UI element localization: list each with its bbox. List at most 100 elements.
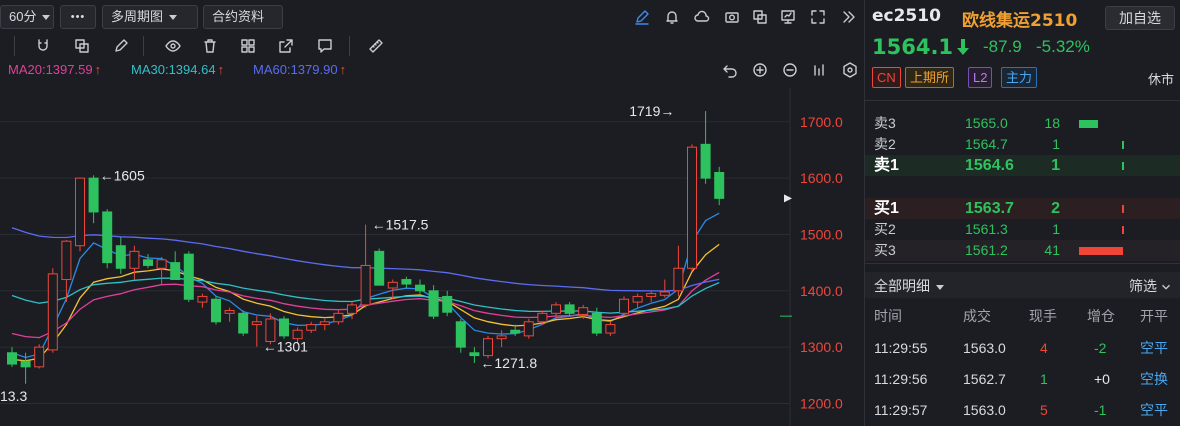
trade-row: 11:29:57 1563.0 5 -1 空平 [865, 395, 1180, 425]
trade-type: 空平 [1140, 340, 1168, 356]
candle-body [673, 267, 684, 292]
candle-body [360, 264, 371, 306]
y-tick-label: 1700.0 [800, 114, 843, 130]
y-tick-label: 1600.0 [800, 170, 843, 186]
candle-body [183, 253, 194, 300]
candle-body [347, 304, 357, 314]
trade-oi: -1 [1094, 402, 1107, 418]
level-qty: 2 [1051, 200, 1060, 217]
y-tick-label: 1500.0 [800, 226, 843, 242]
price-annotation: ←1517.5 [372, 217, 429, 233]
level-volume-bar [1122, 162, 1124, 170]
candle-body [374, 250, 385, 286]
chart-panel: 60分 ••• 多周期图 合约资料 MA20:1397.59 ↑ MA30:139… [0, 0, 863, 426]
current-price-marker [784, 194, 792, 203]
trade-time: 11:29:57 [874, 402, 928, 418]
candle-body [292, 329, 303, 340]
last-price: 1564.1 [872, 35, 954, 59]
candle-body [510, 329, 521, 334]
divider [865, 263, 1180, 264]
level-label: 卖2 [874, 136, 896, 152]
candle-body [401, 279, 412, 285]
y-tick-label: 1400.0 [800, 283, 843, 299]
level-qty: 41 [1044, 242, 1060, 258]
col-oi: 增仓 [1087, 308, 1115, 324]
level-volume-bar [1079, 120, 1098, 128]
candle-body [646, 293, 657, 297]
quote-panel: ec2510 欧线集运2510 加自选 1564.1 -87.9 -5.32% … [864, 0, 1180, 426]
bid-row[interactable]: 买1 1563.7 2 [865, 198, 1180, 219]
candle-body [7, 352, 17, 365]
level-qty: 18 [1044, 115, 1060, 131]
candle-body [319, 321, 330, 326]
level-qty: 1 [1051, 157, 1060, 174]
candle-body [442, 295, 453, 313]
ask-row[interactable]: 卖2 1564.7 1 [865, 134, 1180, 155]
trade-detail-header: 全部明细 筛选 [865, 272, 1180, 298]
filter-button[interactable]: 筛选 [1129, 276, 1173, 296]
candle-body [483, 338, 493, 357]
ask-row[interactable]: 卖1 1564.6 1 [865, 155, 1180, 176]
trade-row: 11:29:56 1562.7 1 +0 空换 [865, 364, 1180, 394]
price-annotation: 13.3 [0, 388, 27, 404]
candle-body [537, 312, 548, 323]
candlestick-chart[interactable]: 1700.0 1600.0 1500.0 1400.0 1300.0 1200.0 1719… [0, 0, 863, 426]
tag-l2: L2 [968, 67, 993, 88]
bid-row[interactable]: 买3 1561.2 41 [865, 240, 1180, 261]
candle-body [197, 295, 208, 303]
price-annotation: ←1301 [263, 339, 308, 355]
col-vol: 现手 [1029, 308, 1057, 324]
candle-body [102, 211, 113, 264]
ask-row[interactable]: 卖3 1565.0 18 [865, 113, 1180, 134]
level-label: 卖1 [874, 157, 899, 174]
y-tick-label: 1200.0 [800, 395, 843, 411]
trading-app: 60分 ••• 多周期图 合约资料 MA20:1397.59 ↑ MA30:139… [0, 0, 1180, 426]
tag-cn: CN [872, 67, 901, 88]
down-arrow-icon [957, 39, 969, 55]
level-volume-bar [1122, 226, 1124, 234]
trade-price: 1563.0 [963, 340, 1006, 356]
divider [865, 100, 1180, 101]
trade-time: 11:29:55 [874, 340, 928, 356]
candle-body [47, 273, 58, 351]
candle-body [714, 172, 725, 199]
candle-body [306, 324, 317, 331]
candle-body [551, 304, 561, 314]
candle-body [251, 321, 262, 326]
contract-name: 欧线集运2510 [962, 11, 1078, 31]
candle-body [170, 262, 181, 281]
candle-body [333, 312, 344, 323]
candle-body [591, 312, 602, 334]
candle-body [605, 324, 616, 334]
candle-body [700, 143, 711, 179]
bid-row[interactable]: 买2 1561.3 1 [865, 219, 1180, 240]
candle-body [238, 312, 249, 334]
trade-time: 11:29:56 [874, 371, 928, 387]
trade-oi: -2 [1094, 340, 1107, 356]
trade-type: 空平 [1140, 402, 1168, 418]
price-annotation: ←1605 [100, 167, 145, 183]
y-tick-label: 1300.0 [800, 339, 843, 355]
trade-vol: 4 [1040, 340, 1048, 356]
price-change-pct: -5.32% [1036, 37, 1090, 56]
candle-body [279, 318, 289, 337]
candle-body [632, 295, 643, 303]
candle-body [469, 352, 480, 357]
col-type: 开平 [1140, 308, 1168, 324]
candle-body [88, 177, 99, 213]
candle-body [619, 298, 629, 314]
add-favorite-button[interactable]: 加自选 [1105, 6, 1175, 30]
candle-body [564, 304, 575, 314]
trade-oi: +0 [1094, 371, 1110, 387]
candle-body [523, 321, 534, 337]
level-label: 买1 [874, 200, 899, 217]
trade-row: 11:29:55 1563.0 4 -2 空平 [865, 333, 1180, 363]
trade-detail-select[interactable]: 全部明细 [874, 276, 944, 296]
tag-main: 主力 [1001, 67, 1038, 88]
candle-body [578, 307, 589, 315]
market-status: 休市 [1147, 72, 1174, 87]
filter-label: 筛选 [1129, 278, 1157, 294]
candle-body [428, 290, 439, 317]
level-label: 买2 [874, 221, 896, 237]
candle-body [455, 321, 466, 348]
